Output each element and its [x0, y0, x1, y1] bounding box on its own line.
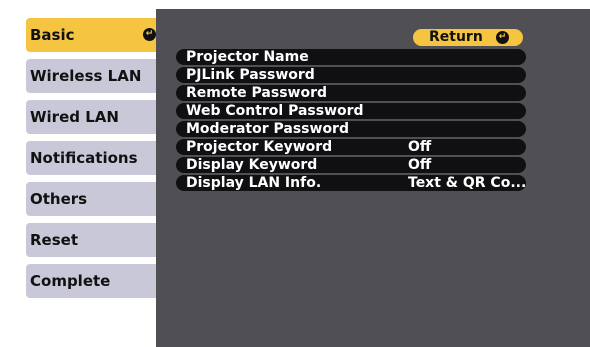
return-label: Return	[429, 29, 483, 45]
tab-label: Wired LAN	[30, 108, 119, 126]
tab-label: Others	[30, 190, 88, 208]
tab-label: Notifications	[30, 149, 138, 167]
tab-label: Basic	[30, 26, 75, 44]
tab-notifications[interactable]: Notifications	[26, 141, 166, 175]
settings-panel: Return ↵ Projector Name PJLink Password …	[156, 9, 590, 347]
setting-label: Display LAN Info.	[186, 175, 322, 191]
tab-reset[interactable]: Reset	[26, 223, 166, 257]
return-button[interactable]: Return ↵	[413, 29, 523, 46]
setting-label: Remote Password	[186, 85, 328, 101]
tab-wireless-lan[interactable]: Wireless LAN	[26, 59, 166, 93]
setting-label: PJLink Password	[186, 67, 315, 83]
tab-wired-lan[interactable]: Wired LAN	[26, 100, 166, 134]
tab-label: Reset	[30, 231, 78, 249]
setting-value: Off	[408, 139, 432, 155]
setting-row-projector-keyword[interactable]: Projector Keyword Off	[176, 139, 526, 155]
tab-complete[interactable]: Complete	[26, 264, 166, 298]
setting-label: Projector Name	[186, 49, 309, 65]
tab-basic[interactable]: Basic ↵	[26, 18, 166, 52]
setting-row-remote-password[interactable]: Remote Password	[176, 85, 526, 101]
setting-row-projector-name[interactable]: Projector Name	[176, 49, 526, 65]
setting-label: Projector Keyword	[186, 139, 333, 155]
enter-icon: ↵	[496, 31, 509, 44]
setting-label: Moderator Password	[186, 121, 349, 137]
setting-row-moderator-password[interactable]: Moderator Password	[176, 121, 526, 137]
setting-value: Off	[408, 157, 432, 173]
enter-icon: ↵	[143, 28, 156, 41]
setting-row-display-keyword[interactable]: Display Keyword Off	[176, 157, 526, 173]
tab-label: Complete	[30, 272, 111, 290]
setting-row-display-lan-info[interactable]: Display LAN Info. Text & QR Co...	[176, 175, 526, 191]
setting-row-pjlink-password[interactable]: PJLink Password	[176, 67, 526, 83]
tab-label: Wireless LAN	[30, 67, 142, 85]
setting-label: Web Control Password	[186, 103, 364, 119]
setting-label: Display Keyword	[186, 157, 318, 173]
setting-row-web-control-password[interactable]: Web Control Password	[176, 103, 526, 119]
setting-value: Text & QR Co...	[408, 175, 527, 191]
tab-others[interactable]: Others	[26, 182, 166, 216]
